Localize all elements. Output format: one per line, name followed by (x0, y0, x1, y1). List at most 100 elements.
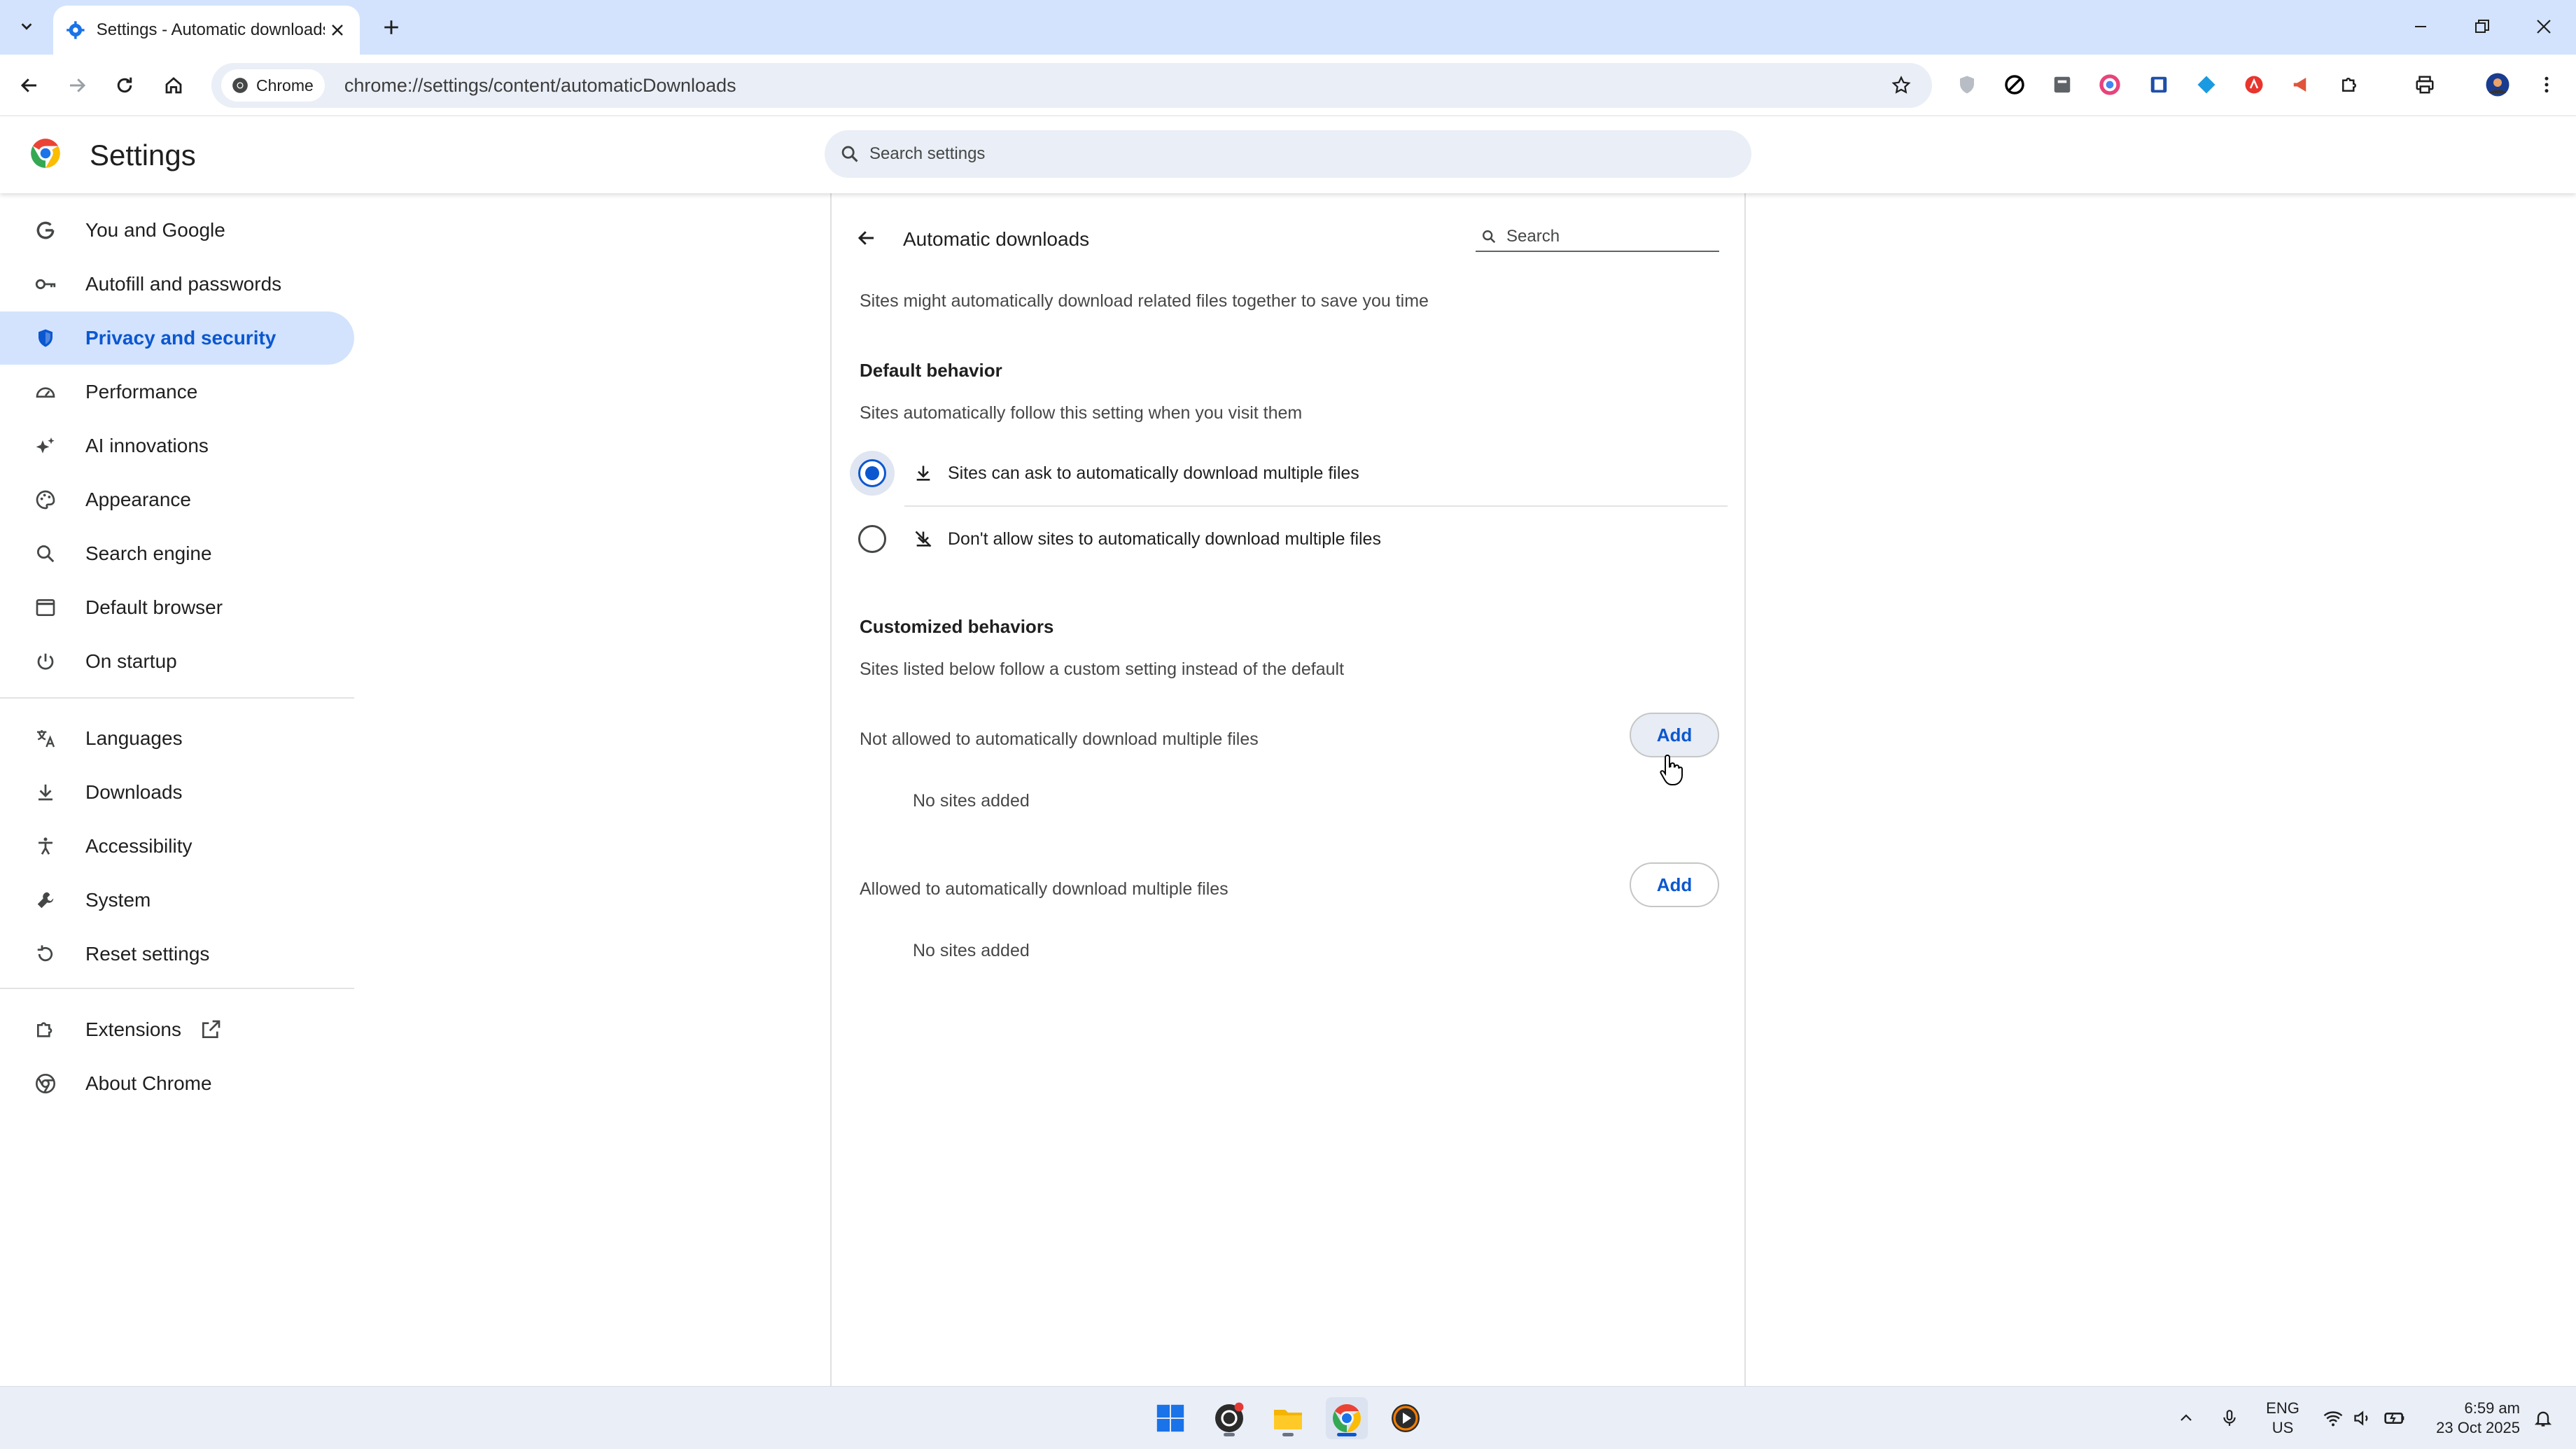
allowed-empty-message: No sites added (913, 941, 1030, 960)
translate-icon (32, 725, 59, 752)
sidebar-item-you-and-google[interactable]: You and Google (0, 204, 354, 257)
site-info-chip[interactable]: Chrome (221, 69, 325, 102)
sidebar-item-system[interactable]: System (0, 874, 354, 927)
palette-icon (32, 486, 59, 513)
notifications-button[interactable] (2526, 1397, 2561, 1439)
wrench-icon (32, 887, 59, 913)
sidebar-item-label: AI innovations (85, 435, 209, 456)
extensions-puzzle-button[interactable] (2334, 69, 2365, 100)
sidebar-item-performance[interactable]: Performance (0, 365, 354, 419)
start-button[interactable] (1149, 1397, 1191, 1439)
close-icon (332, 24, 344, 36)
search-icon (1483, 230, 1496, 244)
subpage-title: Automatic downloads (903, 228, 1090, 250)
close-window-button[interactable] (2519, 7, 2569, 46)
radio-button-ask[interactable] (858, 459, 886, 487)
tab-search-button[interactable] (10, 10, 43, 43)
settings-search-input[interactable]: Search settings (825, 130, 1751, 178)
close-icon (2537, 20, 2551, 34)
add-not-allowed-site-button[interactable]: Add (1630, 713, 1719, 757)
sidebar-item-languages[interactable]: Languages (0, 712, 354, 765)
extension-acrobat-icon[interactable] (2239, 69, 2269, 100)
radio-option-block[interactable]: Don't allow sites to automatically downl… (850, 507, 1729, 571)
tab-close-button[interactable] (325, 18, 350, 43)
bookmark-star-button[interactable] (1884, 69, 1918, 102)
taskbar-chrome[interactable] (1326, 1397, 1368, 1439)
sidebar-item-label: About Chrome (85, 1072, 212, 1094)
clock[interactable]: 6:59 am 23 Oct 2025 (2422, 1399, 2520, 1438)
add-allowed-site-button[interactable]: Add (1630, 862, 1719, 907)
settings-header: Settings Search settings (0, 116, 2576, 193)
radio-label-block: Don't allow sites to automatically downl… (948, 528, 1381, 549)
new-tab-button[interactable] (375, 11, 407, 43)
sidebar-item-about-chrome[interactable]: About Chrome (0, 1057, 354, 1110)
sidebar-divider (0, 988, 354, 989)
star-icon (1891, 76, 1911, 94)
minimize-icon (2415, 26, 2426, 27)
subpage-search-input[interactable] (1506, 227, 1709, 246)
taskbar-media-player[interactable] (1385, 1397, 1427, 1439)
sidebar-item-accessibility[interactable]: Accessibility (0, 820, 354, 873)
back-arrow-button[interactable] (847, 218, 886, 258)
wifi-tray-icon[interactable] (2316, 1397, 2351, 1439)
folder-icon (1274, 1410, 1302, 1429)
sidebar-item-ai-innovations[interactable]: AI innovations (0, 419, 354, 472)
restore-button[interactable] (2457, 7, 2507, 46)
sidebar-item-label: Default browser (85, 596, 223, 618)
microphone-tray-icon[interactable] (2212, 1397, 2247, 1439)
printer-icon (2416, 76, 2434, 94)
extension-megaphone-icon[interactable] (2286, 69, 2317, 100)
reload-button[interactable] (106, 67, 143, 104)
taskbar-file-explorer[interactable] (1267, 1397, 1309, 1439)
battery-tray-icon[interactable] (2377, 1397, 2412, 1439)
sidebar-item-label: Performance (85, 381, 198, 402)
sidebar-item-extensions[interactable]: Extensions (0, 1003, 354, 1056)
subpage-search-field[interactable] (1476, 223, 1719, 252)
aperture-icon (1215, 1402, 1244, 1432)
sidebar-item-default-browser[interactable]: Default browser (0, 581, 354, 634)
address-bar[interactable]: Chrome chrome://settings/content/automat… (211, 63, 1932, 108)
puzzle-icon (2342, 78, 2356, 92)
sidebar-item-autofill[interactable]: Autofill and passwords (0, 258, 354, 311)
sidebar-item-privacy[interactable]: Privacy and security (0, 312, 354, 365)
page-description: Sites might automatically download relat… (860, 291, 1429, 311)
not-allowed-empty-message: No sites added (913, 791, 1030, 811)
extension-book-icon[interactable] (2143, 69, 2174, 100)
home-button[interactable] (155, 67, 192, 104)
browser-tab-active[interactable]: Settings - Automatic downloads (53, 6, 360, 55)
sidebar-item-label: Languages (85, 727, 183, 749)
sidebar-item-reset-settings[interactable]: Reset settings (0, 927, 354, 981)
volume-tray-icon[interactable] (2346, 1397, 2379, 1439)
minimize-button[interactable] (2395, 7, 2446, 46)
profile-avatar[interactable] (2482, 69, 2513, 100)
extension-block-icon[interactable] (1999, 69, 2030, 100)
print-button[interactable] (2409, 69, 2440, 100)
settings-search-placeholder: Search settings (869, 144, 986, 163)
radio-option-ask[interactable]: Sites can ask to automatically download … (850, 441, 1729, 505)
arrow-left-icon (20, 78, 36, 92)
extension-diamond-icon[interactable] (2191, 69, 2222, 100)
input-language-indicator[interactable]: ENG US (2258, 1399, 2307, 1438)
running-indicator (1282, 1433, 1294, 1436)
extension-color-ring-icon[interactable] (2094, 69, 2125, 100)
taskbar-app-camera[interactable] (1208, 1397, 1250, 1439)
forward-button[interactable] (59, 67, 95, 104)
browser-menu-button[interactable] (2531, 69, 2562, 100)
download-icon (32, 779, 59, 806)
url-text[interactable]: chrome://settings/content/automaticDownl… (344, 75, 736, 97)
plus-icon (384, 20, 398, 34)
radio-button-block[interactable] (858, 525, 886, 553)
home-icon (165, 77, 182, 94)
show-hidden-icons-button[interactable] (2169, 1397, 2204, 1439)
extension-document-icon[interactable] (2047, 69, 2078, 100)
sidebar-item-appearance[interactable]: Appearance (0, 473, 354, 526)
more-vert-icon (2544, 76, 2549, 93)
sidebar-item-downloads[interactable]: Downloads (0, 766, 354, 819)
extension-shield-icon[interactable] (1952, 69, 1982, 100)
radio-label-ask: Sites can ask to automatically download … (948, 463, 1359, 483)
sidebar-item-on-startup[interactable]: On startup (0, 635, 354, 688)
sidebar-item-search-engine[interactable]: Search engine (0, 527, 354, 580)
back-button[interactable] (11, 67, 48, 104)
sidebar-item-label: You and Google (85, 219, 225, 241)
speedometer-icon (32, 379, 59, 405)
